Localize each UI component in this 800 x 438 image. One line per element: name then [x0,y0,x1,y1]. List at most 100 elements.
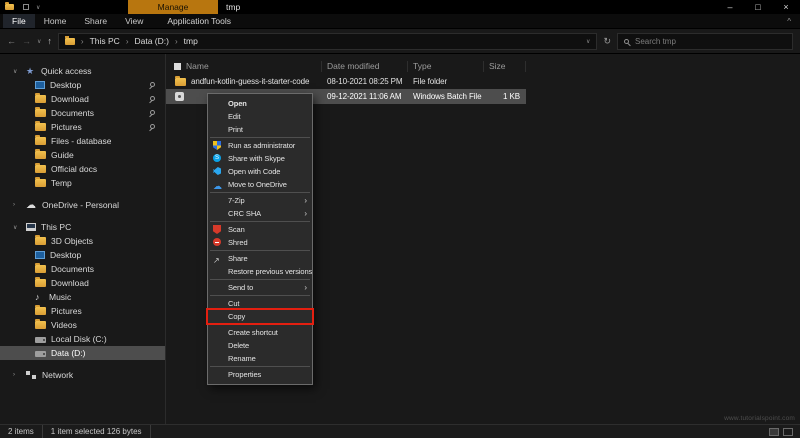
uac-shield-icon [213,141,221,150]
breadcrumb[interactable]: › This PC › Data (D:) › tmp ∨ [58,33,598,50]
address-dropdown-icon[interactable]: ∨ [586,38,590,45]
menu-item-restore-previous-versions[interactable]: Restore previous versions [208,265,312,278]
tab-view[interactable]: View [116,16,152,26]
sidebar-item-documents-pc[interactable]: Documents [0,262,165,276]
quick-access-star-icon [26,66,36,76]
menu-item-print[interactable]: Print [208,123,312,136]
sidebar-item-download-pc[interactable]: Download [0,276,165,290]
tab-file[interactable]: File [3,14,35,28]
shred-icon [213,238,221,246]
sidebar-item-label: Documents [51,108,94,118]
menu-item-move-to-onedrive[interactable]: Move to OneDrive [208,178,312,191]
music-note-icon [35,292,44,302]
refresh-icon[interactable]: ↻ [603,36,611,47]
thumbnails-view-icon[interactable] [783,428,793,436]
forward-button[interactable]: → [22,36,31,46]
antivirus-scan-icon [213,225,221,234]
chevron-down-icon[interactable]: ∨ [13,64,17,78]
properties-icon[interactable] [23,4,29,10]
menu-item-copy[interactable]: Copy [208,310,312,323]
folder-icon [175,78,186,86]
folder-icon [35,237,46,245]
tab-home[interactable]: Home [35,16,76,26]
column-header-type[interactable]: Type [408,61,484,72]
column-header-name[interactable]: Name [166,61,322,72]
menu-item-share-with-skype[interactable]: Share with Skype [208,152,312,165]
tab-share[interactable]: Share [75,16,116,26]
menu-item-crc-sha[interactable]: CRC SHA› [208,207,312,220]
maximize-button[interactable]: □ [744,0,772,14]
sidebar-item-onedrive[interactable]: › OneDrive - Personal [0,198,165,212]
sidebar-item-label: Network [42,370,73,380]
chevron-right-icon[interactable]: › [13,368,15,382]
menu-item-open[interactable]: Open [208,97,312,110]
navigation-pane: ∨ Quick access Desktop Download Document… [0,54,165,424]
tab-application-tools[interactable]: Application Tools [158,16,240,26]
menu-item-run-as-administrator[interactable]: Run as administrator [208,139,312,152]
chevron-down-icon[interactable]: ∨ [13,220,17,234]
menu-item-cut[interactable]: Cut [208,297,312,310]
file-name: andfun-kotlin-guess-it-starter-code [191,77,309,86]
menu-item-create-shortcut[interactable]: Create shortcut [208,326,312,339]
sidebar-item-download[interactable]: Download [0,92,165,106]
sidebar-item-3d-objects[interactable]: 3D Objects [0,234,165,248]
breadcrumb-data-d[interactable]: Data (D:) [134,36,168,46]
breadcrumb-this-pc[interactable]: This PC [90,36,120,46]
menu-item-properties[interactable]: Properties [208,368,312,381]
menu-item-shred[interactable]: Shred [208,236,312,249]
sidebar-item-pictures-pc[interactable]: Pictures [0,304,165,318]
sidebar-item-data-d[interactable]: Data (D:) [0,346,165,360]
sidebar-item-music[interactable]: Music [0,290,165,304]
details-view-icon[interactable] [769,428,779,436]
menu-item-send-to[interactable]: Send to› [208,281,312,294]
share-icon [213,254,221,263]
onedrive-cloud-icon [26,200,37,210]
toolbar-dropdown-icon[interactable]: ∨ [36,4,40,11]
column-label: Date modified [327,61,379,71]
sidebar-item-videos[interactable]: Videos [0,318,165,332]
ribbon-collapse-icon[interactable]: ^ [787,17,791,26]
sidebar-item-label: Music [49,292,71,302]
sidebar-item-local-disk-c[interactable]: Local Disk (C:) [0,332,165,346]
search-box[interactable]: Search tmp [617,33,793,50]
sidebar-item-documents[interactable]: Documents [0,106,165,120]
back-button[interactable]: ← [7,36,16,46]
sidebar-item-temp[interactable]: Temp [0,176,165,190]
folder-icon [65,38,75,45]
column-header-size[interactable]: Size [484,61,526,72]
menu-item-share[interactable]: Share [208,252,312,265]
sidebar-item-label: Temp [51,178,72,188]
recent-locations-dropdown-icon[interactable]: ∨ [37,38,41,45]
network-icon [26,371,37,380]
breadcrumb-tmp[interactable]: tmp [184,36,198,46]
menu-item-scan[interactable]: Scan [208,223,312,236]
selection-info: 1 item selected 126 bytes [43,425,151,438]
close-button[interactable]: × [772,0,800,14]
menu-item-edit[interactable]: Edit [208,110,312,123]
menu-item-label: Share [228,254,248,263]
menu-item-label: Create shortcut [228,328,278,337]
chevron-right-icon[interactable]: › [13,198,15,212]
sidebar-item-desktop-pc[interactable]: Desktop [0,248,165,262]
up-button[interactable]: ↑ [47,36,52,46]
sidebar-item-official-docs[interactable]: Official docs [0,162,165,176]
menu-item-7zip[interactable]: 7-Zip› [208,194,312,207]
sidebar-item-label: Official docs [51,164,97,174]
manage-contextual-tab[interactable]: Manage [128,0,218,14]
sidebar-item-desktop[interactable]: Desktop [0,78,165,92]
submenu-arrow-icon: › [304,281,307,294]
file-row-folder[interactable]: andfun-kotlin-guess-it-starter-code 08-1… [166,74,526,89]
sidebar-item-files-database[interactable]: Files - database [0,134,165,148]
select-all-checkbox[interactable] [174,63,181,70]
minimize-button[interactable]: – [716,0,744,14]
menu-item-delete[interactable]: Delete [208,339,312,352]
sidebar-item-quick-access[interactable]: ∨ Quick access [0,64,165,78]
menu-item-rename[interactable]: Rename [208,352,312,365]
menu-item-open-with-code[interactable]: Open with Code [208,165,312,178]
menu-item-label: Open [228,99,247,108]
column-header-date-modified[interactable]: Date modified [322,61,408,72]
sidebar-item-network[interactable]: › Network [0,368,165,382]
sidebar-item-this-pc[interactable]: ∨ This PC [0,220,165,234]
sidebar-item-pictures[interactable]: Pictures [0,120,165,134]
sidebar-item-guide[interactable]: Guide [0,148,165,162]
